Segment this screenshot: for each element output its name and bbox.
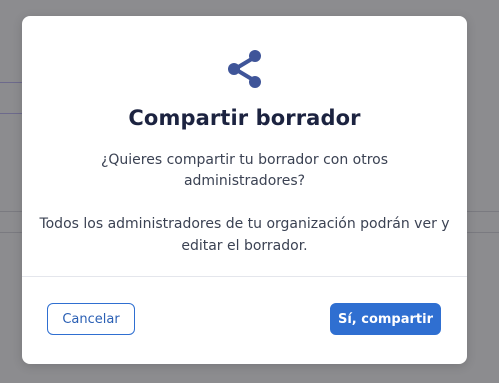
background-divider bbox=[0, 232, 22, 233]
footer-divider bbox=[22, 276, 467, 277]
background-divider bbox=[467, 211, 499, 212]
dialog-title: Compartir borrador bbox=[128, 106, 361, 130]
dialog-info: Todos los administradores de tu organiza… bbox=[39, 216, 450, 254]
dialog-question: ¿Quieres compartir tu borrador con otros… bbox=[100, 152, 389, 189]
cancel-button[interactable]: Cancelar bbox=[47, 303, 135, 335]
background-divider bbox=[0, 113, 22, 114]
background-divider bbox=[0, 211, 22, 212]
background-divider bbox=[467, 232, 499, 233]
confirm-share-button[interactable]: Sí, compartir bbox=[330, 303, 441, 335]
share-draft-dialog: Compartir borrador ¿Quieres compartir tu… bbox=[22, 16, 467, 364]
background-divider bbox=[0, 82, 22, 83]
share-icon bbox=[228, 50, 261, 88]
